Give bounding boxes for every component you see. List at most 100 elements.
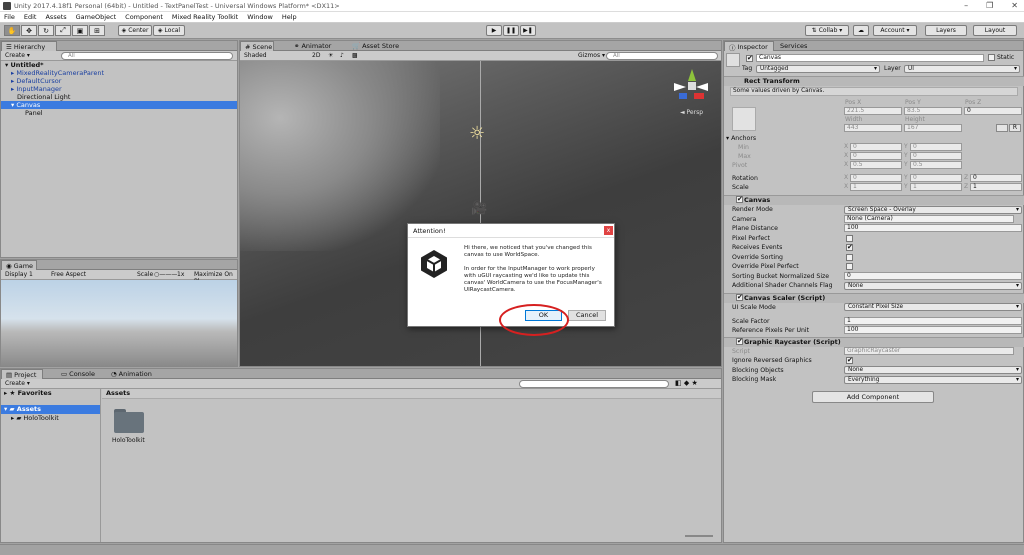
camera-gizmo-icon[interactable]: 🎥: [471, 201, 487, 216]
menu-component[interactable]: Component: [125, 13, 163, 21]
dialog-cancel-button[interactable]: Cancel: [568, 310, 606, 321]
cloud-button[interactable]: ☁: [853, 25, 869, 36]
play-button[interactable]: ▶: [486, 25, 502, 36]
transform-tool-icon[interactable]: ⊞: [89, 25, 105, 36]
anchor-min-y-field[interactable]: 0: [910, 143, 962, 151]
menu-mixed-reality[interactable]: Mixed Reality Toolkit: [172, 13, 238, 21]
pause-button[interactable]: ❚❚: [503, 25, 519, 36]
tab-animator[interactable]: ⚭ Animator: [290, 41, 335, 51]
hand-tool-icon[interactable]: ✋: [4, 25, 20, 36]
holotoolkit-folder-name[interactable]: HoloToolkit: [112, 437, 145, 444]
hierarchy-item-inputmanager[interactable]: ▸ InputManager: [1, 85, 237, 93]
light-toggle-icon[interactable]: ☀: [328, 52, 333, 59]
static-checkbox[interactable]: [988, 54, 995, 61]
anchor-max-y-field[interactable]: 0: [910, 152, 962, 160]
tag-dropdown[interactable]: Untagged: [756, 65, 880, 73]
menu-gameobject[interactable]: GameObject: [76, 13, 117, 21]
rect-tool-icon[interactable]: ▣: [72, 25, 88, 36]
override-pixel-perfect-checkbox[interactable]: [846, 263, 853, 270]
account-button[interactable]: Account ▾: [873, 25, 917, 36]
pivot-y-field[interactable]: 0.5: [910, 161, 962, 169]
gizmos-dropdown[interactable]: Gizmos ▾: [578, 52, 605, 59]
pivot-local-button[interactable]: ◈ Local: [153, 25, 185, 36]
hierarchy-item-camera-parent[interactable]: ▸ MixedRealityCameraParent: [1, 69, 237, 77]
hierarchy-item-light[interactable]: Directional Light: [1, 93, 237, 101]
tab-scene[interactable]: # Scene: [240, 41, 274, 51]
add-component-button[interactable]: Add Component: [812, 391, 934, 403]
scale-tool-icon[interactable]: ⤢: [55, 25, 71, 36]
graphic-raycaster-checkbox[interactable]: [736, 337, 743, 345]
rotation-y-field[interactable]: 0: [910, 174, 962, 182]
height-field[interactable]: 167: [904, 124, 962, 132]
rotation-z-field[interactable]: 0: [970, 174, 1022, 182]
tab-asset-store[interactable]: 🛒 Asset Store: [348, 41, 403, 51]
orientation-gizmo-icon[interactable]: [674, 69, 710, 105]
hierarchy-item-canvas[interactable]: ▾ Canvas: [1, 101, 237, 109]
override-sorting-checkbox[interactable]: [846, 254, 853, 261]
receives-events-checkbox[interactable]: [846, 243, 853, 251]
collab-button[interactable]: ⇅ Collab ▾: [805, 25, 849, 36]
display-dropdown[interactable]: Display 1: [5, 271, 33, 278]
favorites-item[interactable]: ▸ ★ Favorites: [4, 389, 52, 397]
ignore-reversed-checkbox[interactable]: [846, 356, 853, 364]
tab-inspector[interactable]: ⓘ Inspector: [724, 41, 774, 52]
minimize-button[interactable]: –: [964, 1, 968, 10]
pivot-center-button[interactable]: ◈ Center: [118, 25, 152, 36]
close-window-button[interactable]: ✕: [1011, 1, 1018, 10]
move-tool-icon[interactable]: ✥: [21, 25, 37, 36]
blocking-mask-dropdown[interactable]: Everything: [844, 376, 1022, 384]
pos-y-field[interactable]: 83.5: [904, 107, 962, 115]
camera-field[interactable]: None (Camera): [844, 215, 1014, 223]
layers-dropdown[interactable]: Layers: [925, 25, 967, 36]
canvas-component-header[interactable]: Canvas: [724, 195, 1024, 205]
project-breadcrumb[interactable]: Assets: [102, 389, 721, 399]
holotoolkit-folder-item[interactable]: ▸ ▰ HoloToolkit: [11, 414, 59, 422]
tab-console[interactable]: ▭ Console: [57, 369, 99, 379]
hierarchy-item-cursor[interactable]: ▸ DefaultCursor: [1, 77, 237, 85]
2d-toggle[interactable]: 2D: [312, 52, 320, 59]
layer-dropdown[interactable]: UI: [904, 65, 1020, 73]
menu-help[interactable]: Help: [282, 13, 297, 21]
audio-toggle-icon[interactable]: ♪: [340, 52, 344, 59]
hierarchy-create-button[interactable]: Create ▾: [5, 52, 30, 59]
layout-dropdown[interactable]: Layout: [973, 25, 1017, 36]
hierarchy-item-panel[interactable]: Panel: [1, 109, 237, 117]
menu-file[interactable]: File: [4, 13, 15, 21]
icon-size-slider[interactable]: [685, 535, 713, 537]
ui-scale-mode-dropdown[interactable]: Constant Pixel Size: [844, 303, 1022, 311]
hierarchy-search-input[interactable]: All: [61, 52, 233, 60]
blocking-objects-dropdown[interactable]: None: [844, 366, 1022, 374]
anchor-preset-icon[interactable]: [732, 107, 756, 131]
plane-distance-field[interactable]: 100: [844, 224, 1022, 232]
tab-services[interactable]: Services: [776, 41, 811, 51]
assets-folder-item[interactable]: ▾ ▰ Assets: [1, 405, 100, 414]
step-button[interactable]: ▶❚: [520, 25, 536, 36]
rotate-tool-icon[interactable]: ↻: [38, 25, 54, 36]
dialog-close-button[interactable]: x: [604, 226, 613, 235]
pos-z-field[interactable]: 0: [964, 107, 1022, 115]
raw-edit-button[interactable]: R: [1009, 124, 1021, 132]
effects-toggle-icon[interactable]: ▩: [352, 52, 358, 59]
game-view-viewport[interactable]: [1, 280, 237, 366]
directional-light-icon[interactable]: ☼: [469, 123, 485, 144]
render-mode-dropdown[interactable]: Screen Space - Overlay: [844, 206, 1022, 214]
menu-edit[interactable]: Edit: [24, 13, 37, 21]
scene-search-input[interactable]: All: [606, 52, 718, 60]
project-create-button[interactable]: Create ▾: [5, 380, 30, 387]
scale-factor-field[interactable]: 1: [844, 317, 1022, 325]
tab-project[interactable]: ▤ Project: [1, 369, 43, 379]
pivot-x-field[interactable]: 0.5: [850, 161, 902, 169]
scale-slider[interactable]: ○———: [154, 271, 177, 278]
anchors-foldout[interactable]: ▾ Anchors: [726, 134, 1022, 143]
canvas-scaler-header[interactable]: Canvas Scaler (Script): [724, 293, 1024, 303]
holotoolkit-folder-icon[interactable]: [112, 409, 144, 433]
maximize-button[interactable]: ❐: [986, 1, 993, 10]
scale-y-field[interactable]: 1: [910, 183, 962, 191]
rect-transform-header[interactable]: Rect Transform: [724, 76, 1024, 86]
scale-x-field[interactable]: 1: [850, 183, 902, 191]
sorting-bucket-field[interactable]: 0: [844, 272, 1022, 280]
menu-window[interactable]: Window: [247, 13, 273, 21]
project-search-input[interactable]: [519, 380, 669, 388]
scene-root-item[interactable]: ▾ Untitled*: [1, 61, 237, 69]
shader-channels-dropdown[interactable]: None: [844, 282, 1022, 290]
